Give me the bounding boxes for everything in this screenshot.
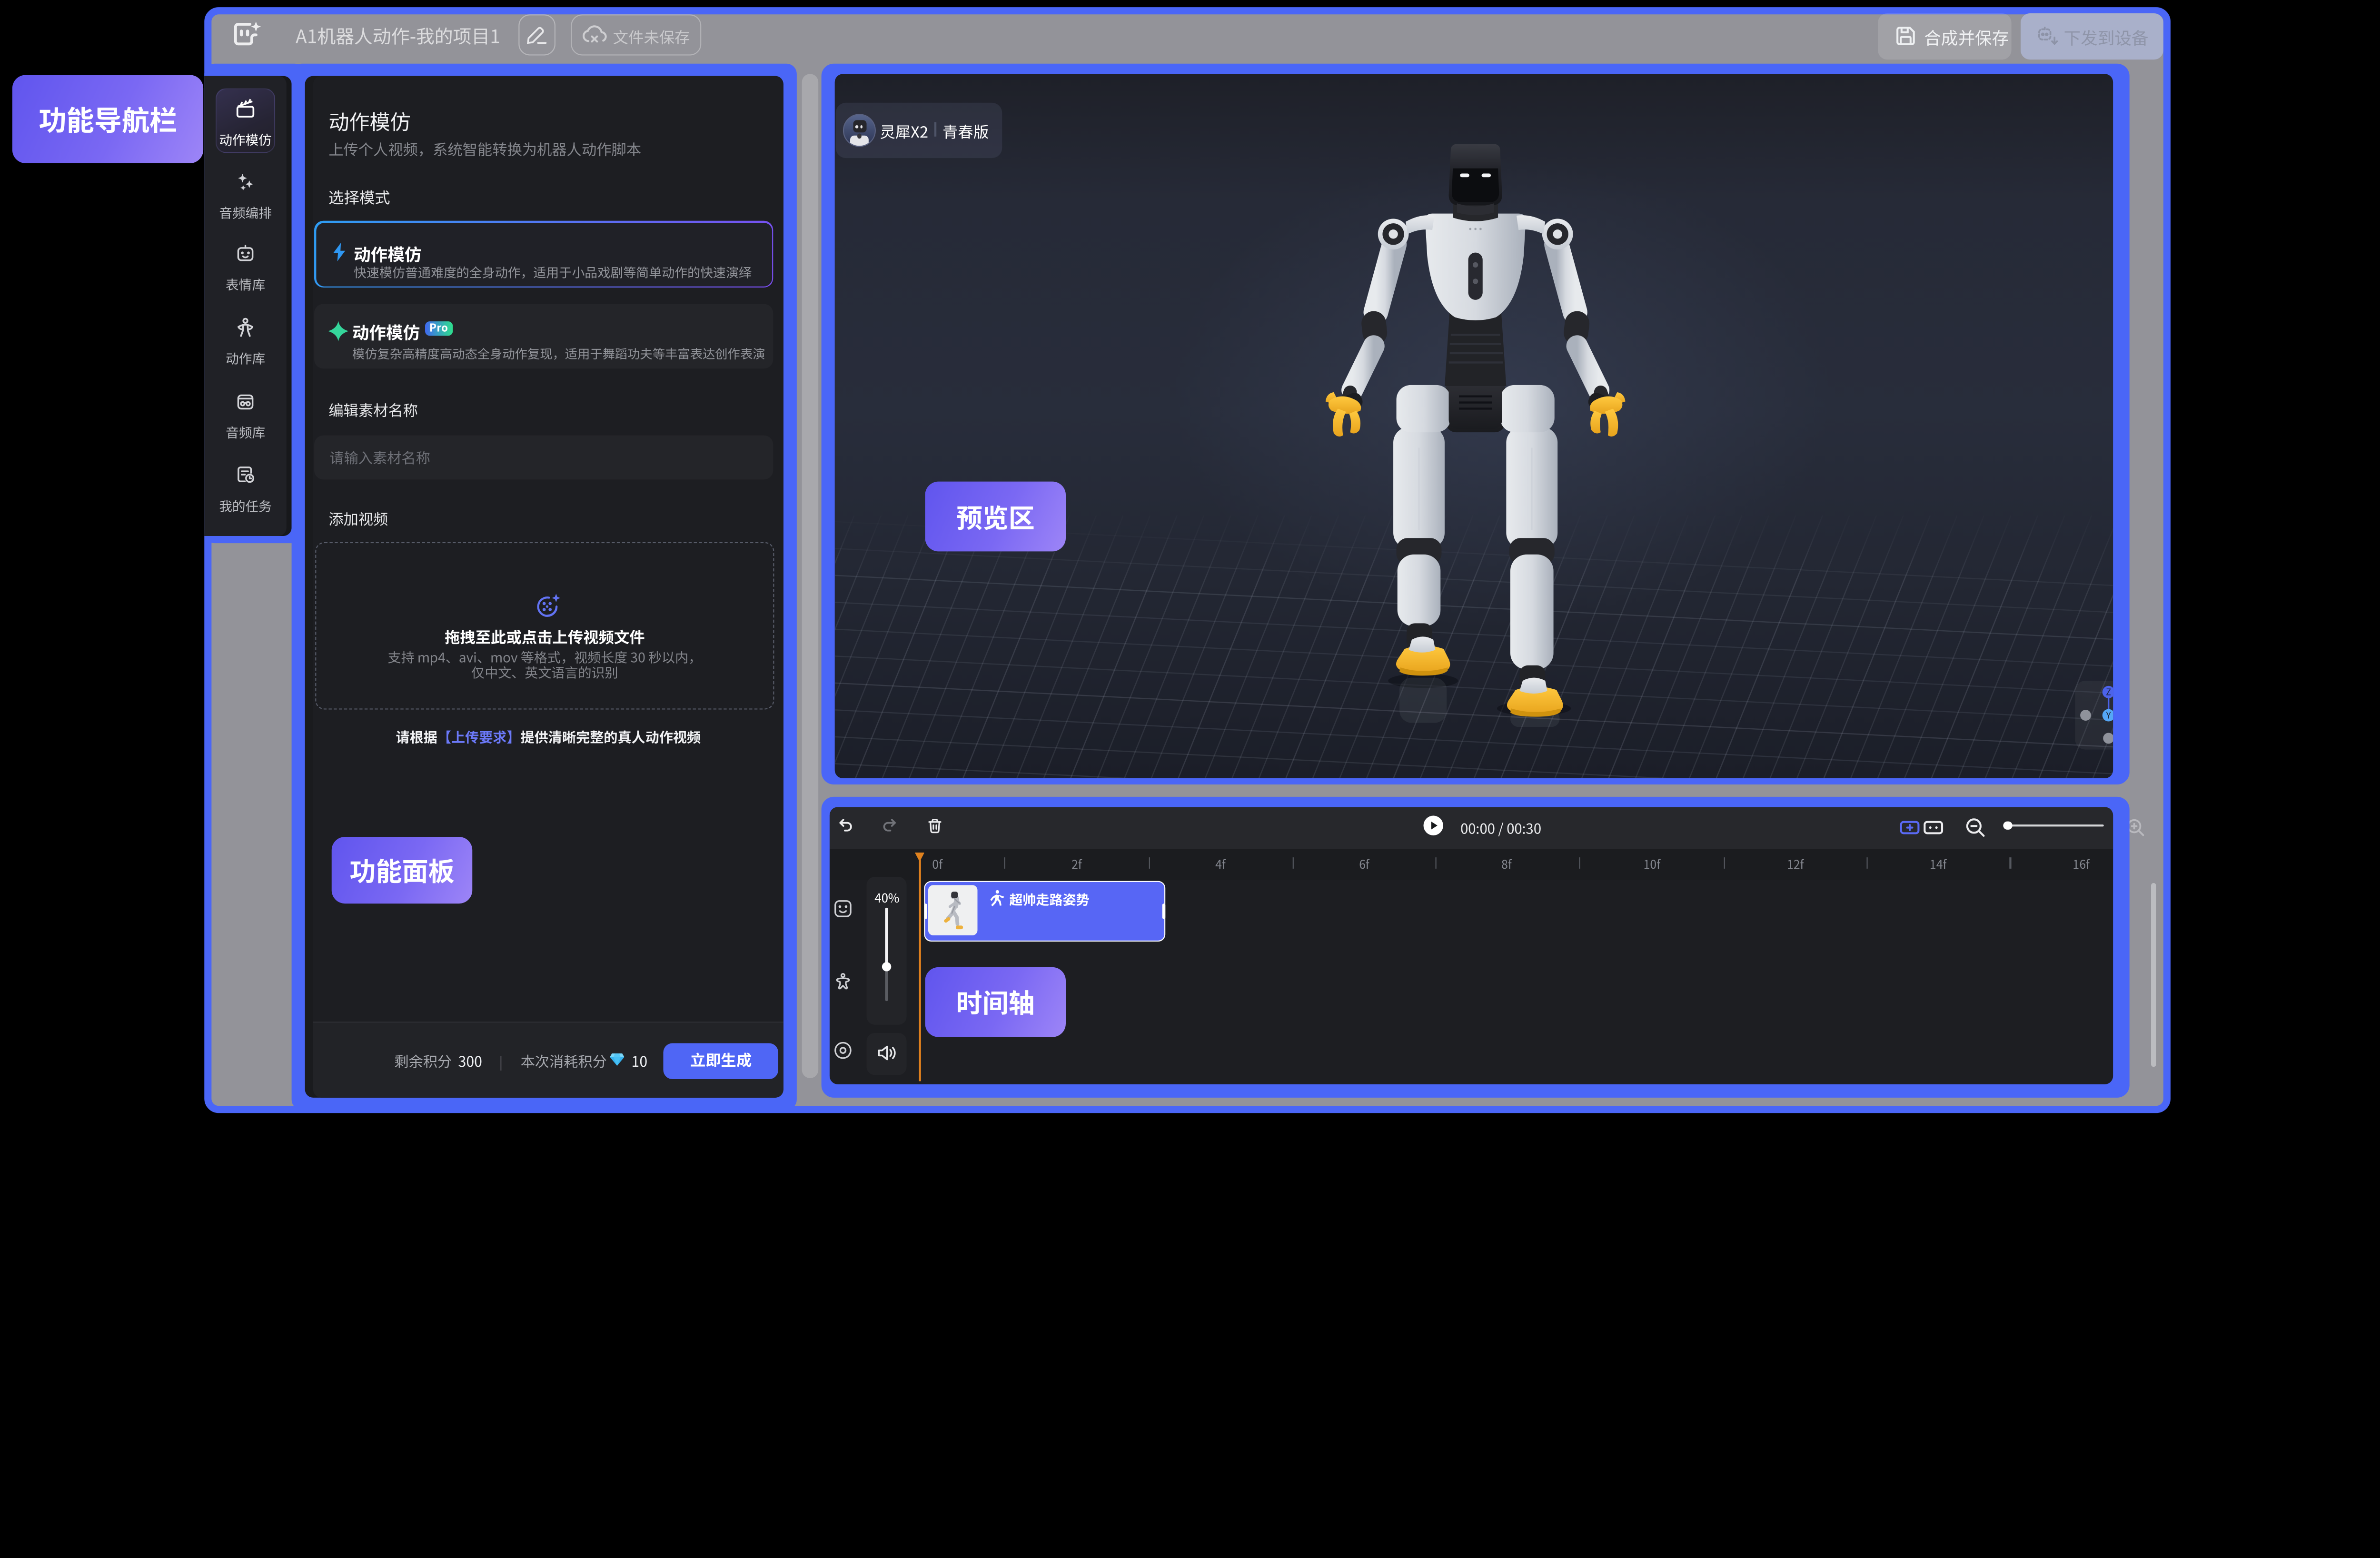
svg-text:Z: Z	[2105, 685, 2111, 698]
svg-text:Y: Y	[2105, 709, 2111, 721]
